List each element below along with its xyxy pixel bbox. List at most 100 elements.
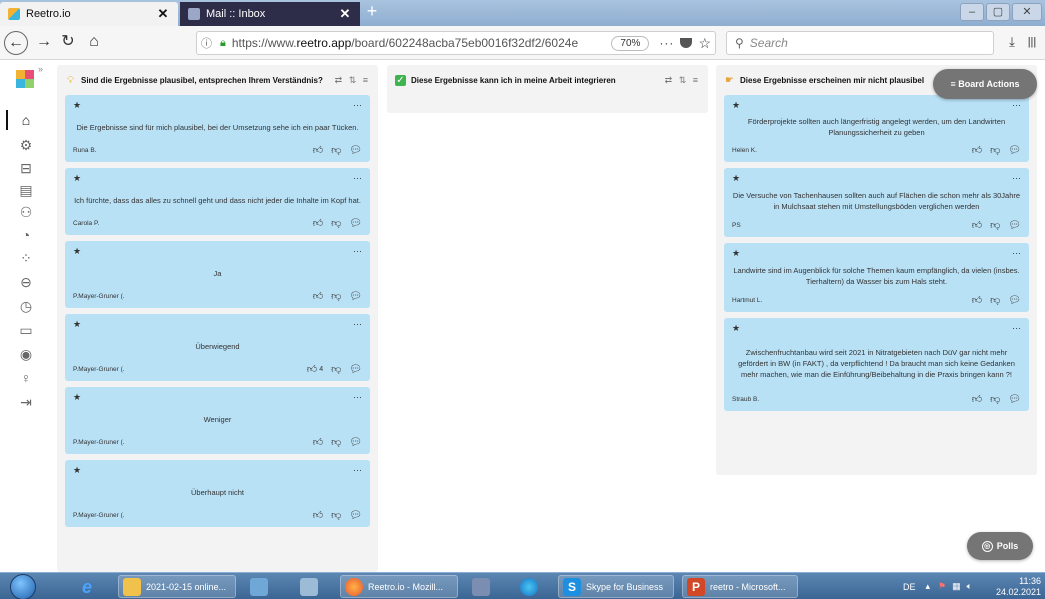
board-actions-button[interactable]: ≡ Board Actions xyxy=(933,69,1037,99)
thumbs-up-icon[interactable]: 👍︎ xyxy=(313,436,323,448)
thumbs-up-icon[interactable]: 👍︎ xyxy=(313,290,323,302)
volume-icon[interactable]: 🔈︎ xyxy=(967,581,972,592)
comment-icon[interactable]: 💬︎ xyxy=(1008,295,1021,306)
more-icon[interactable]: ··· xyxy=(1012,100,1021,112)
comment-icon[interactable]: 💬︎ xyxy=(349,218,362,229)
comment-icon[interactable]: 💬︎ xyxy=(1008,145,1021,156)
settings-icon[interactable]: ⚙ xyxy=(16,135,36,155)
minimize-icon[interactable]: – xyxy=(960,3,984,21)
profile-icon[interactable]: ◉ xyxy=(16,344,36,364)
integrations-icon[interactable]: ⁘ xyxy=(16,248,36,268)
billing-icon[interactable]: ▭ xyxy=(16,320,36,340)
comment-icon[interactable]: 💬︎ xyxy=(349,510,362,521)
card[interactable]: ★ ··· Weniger P.Mayer-Gruner (. 👍︎ 👎︎ 💬︎ xyxy=(65,387,370,454)
timer-icon[interactable]: ◷ xyxy=(16,296,36,316)
thumbs-down-icon[interactable]: 👎︎ xyxy=(990,294,1000,306)
card[interactable]: ★ ··· Landwirte sind im Augenblick für so… xyxy=(724,243,1029,312)
home-icon[interactable]: ⌂ xyxy=(16,110,36,130)
pocket-icon[interactable] xyxy=(680,38,693,48)
search-input[interactable]: ⚲ Search xyxy=(726,31,994,55)
card[interactable]: ★ ··· Überwiegend P.Mayer-Gruner (. 👍︎ 4 👎︎… xyxy=(65,314,370,381)
star-icon[interactable]: ★ xyxy=(732,100,740,112)
comment-icon[interactable]: 💬︎ xyxy=(1008,220,1021,231)
star-icon[interactable]: ★ xyxy=(732,323,740,335)
thumbs-down-icon[interactable]: 👎︎ xyxy=(990,144,1000,156)
templates-icon[interactable]: ▤ xyxy=(16,180,36,200)
more-icon[interactable]: ··· xyxy=(1012,323,1021,335)
star-icon[interactable]: ★ xyxy=(73,319,81,331)
card[interactable]: ★ ··· Die Ergebnisse sind für mich plausi… xyxy=(65,95,370,162)
card[interactable]: ★ ··· Ja P.Mayer-Gruner (. 👍︎ 👎︎ 💬︎ xyxy=(65,241,370,308)
thumbs-up-icon[interactable]: 👍︎ xyxy=(972,393,982,405)
close-tab-icon[interactable]: ✕ xyxy=(156,6,170,22)
card[interactable]: ★ ··· Ich fürchte, dass das alles zu schn… xyxy=(65,168,370,235)
start-button-icon[interactable] xyxy=(10,574,36,599)
action-center-flag-icon[interactable]: ⚑ xyxy=(938,581,946,592)
star-icon[interactable]: ★ xyxy=(73,100,81,112)
library-icon[interactable]: ||| xyxy=(1022,31,1042,55)
logout-icon[interactable]: ⇥ xyxy=(16,392,36,412)
thumbs-up-icon[interactable]: 👍︎ xyxy=(313,509,323,521)
collapse-sidebar-icon[interactable]: » xyxy=(38,64,43,74)
thumbs-down-icon[interactable]: 👎︎ xyxy=(990,393,1000,405)
card[interactable]: ★ ··· Förderprojekte sollten auch längerf… xyxy=(724,95,1029,162)
close-tab-icon[interactable]: ✕ xyxy=(338,6,352,22)
info-icon[interactable]: ⓘ xyxy=(201,35,212,51)
icebreaker-icon[interactable]: ◔ xyxy=(16,225,36,245)
thumbs-down-icon[interactable]: 👎︎ xyxy=(990,219,1000,231)
thumbs-down-icon[interactable]: 👎︎ xyxy=(331,363,341,375)
taskbar-app-pin[interactable] xyxy=(516,575,547,598)
back-icon[interactable]: ← xyxy=(4,31,28,55)
downloads-icon[interactable]: ⤓ xyxy=(1000,31,1024,55)
taskbar-item-powerpoint[interactable]: P reetro - Microsoft... xyxy=(682,575,798,598)
thumbs-down-icon[interactable]: 👎︎ xyxy=(331,290,341,302)
comment-icon[interactable]: 💬︎ xyxy=(349,291,362,302)
address-bar[interactable]: ⓘ 🔒︎ https://www.reetro.app/board/602248… xyxy=(196,31,716,55)
boards-icon[interactable]: ⊟ xyxy=(16,158,36,178)
maximize-icon[interactable]: ▢ xyxy=(986,3,1010,21)
taskbar-app-pin[interactable] xyxy=(246,575,277,598)
thumbs-down-icon[interactable]: 👎︎ xyxy=(331,217,341,229)
comment-icon[interactable]: 💬︎ xyxy=(349,145,362,156)
home-icon[interactable]: ⌂ xyxy=(82,31,106,55)
thumbs-up-icon[interactable]: 👍︎ xyxy=(313,217,323,229)
star-icon[interactable]: ★ xyxy=(732,248,740,260)
ideas-icon[interactable]: ♀ xyxy=(16,368,36,388)
thumbs-down-icon[interactable]: 👎︎ xyxy=(331,144,341,156)
tab-reetro[interactable]: Reetro.io ✕ xyxy=(0,2,178,26)
page-actions-icon[interactable]: ··· xyxy=(659,36,674,50)
card[interactable]: ★ ··· Die Versuche von Tachenhausen sollt… xyxy=(724,168,1029,237)
thumbs-up-icon[interactable]: 👍︎ xyxy=(972,294,982,306)
column-tools-icon[interactable]: ⇄ ⇅ ≡ xyxy=(665,75,700,86)
bookmark-star-icon[interactable]: ☆ xyxy=(698,35,711,52)
comment-icon[interactable]: 💬︎ xyxy=(349,437,362,448)
more-icon[interactable]: ··· xyxy=(1012,173,1021,185)
card[interactable]: ★ ··· Überhaupt nicht P.Mayer-Gruner (. 👍… xyxy=(65,460,370,527)
comment-icon[interactable]: 💬︎ xyxy=(1008,394,1021,405)
clock[interactable]: 11:36 24.02.2021 xyxy=(996,576,1041,598)
card[interactable]: ★ ··· Zwischenfruchtanbau wird seit 2021 … xyxy=(724,318,1029,411)
url-text[interactable]: https://www.reetro.app/board/602248acba7… xyxy=(232,36,612,50)
polls-button[interactable]: ◎ Polls xyxy=(967,532,1033,560)
comment-icon[interactable]: 💬︎ xyxy=(349,364,362,375)
more-icon[interactable]: ··· xyxy=(353,100,362,112)
star-icon[interactable]: ★ xyxy=(73,392,81,404)
games-icon[interactable]: ⊖ xyxy=(16,272,36,292)
thumbs-up-icon[interactable]: 👍︎ xyxy=(972,144,982,156)
star-icon[interactable]: ★ xyxy=(732,173,740,185)
star-icon[interactable]: ★ xyxy=(73,173,81,185)
tray-expand-icon[interactable]: ▴ xyxy=(926,581,931,592)
thumbs-down-icon[interactable]: 👎︎ xyxy=(331,509,341,521)
forward-icon[interactable]: → xyxy=(32,31,56,55)
more-icon[interactable]: ··· xyxy=(1012,248,1021,260)
more-icon[interactable]: ··· xyxy=(353,246,362,258)
thumbs-up-icon[interactable]: 👍︎ xyxy=(307,363,317,375)
network-icon[interactable]: ▦ xyxy=(952,581,961,592)
reetro-logo-icon[interactable] xyxy=(16,70,34,88)
more-icon[interactable]: ··· xyxy=(353,173,362,185)
tab-mail[interactable]: Mail :: Inbox ✕ xyxy=(180,2,360,26)
thumbs-up-icon[interactable]: 👍︎ xyxy=(313,144,323,156)
language-indicator[interactable]: DE xyxy=(903,582,916,592)
thumbs-down-icon[interactable]: 👎︎ xyxy=(331,436,341,448)
star-icon[interactable]: ★ xyxy=(73,246,81,258)
